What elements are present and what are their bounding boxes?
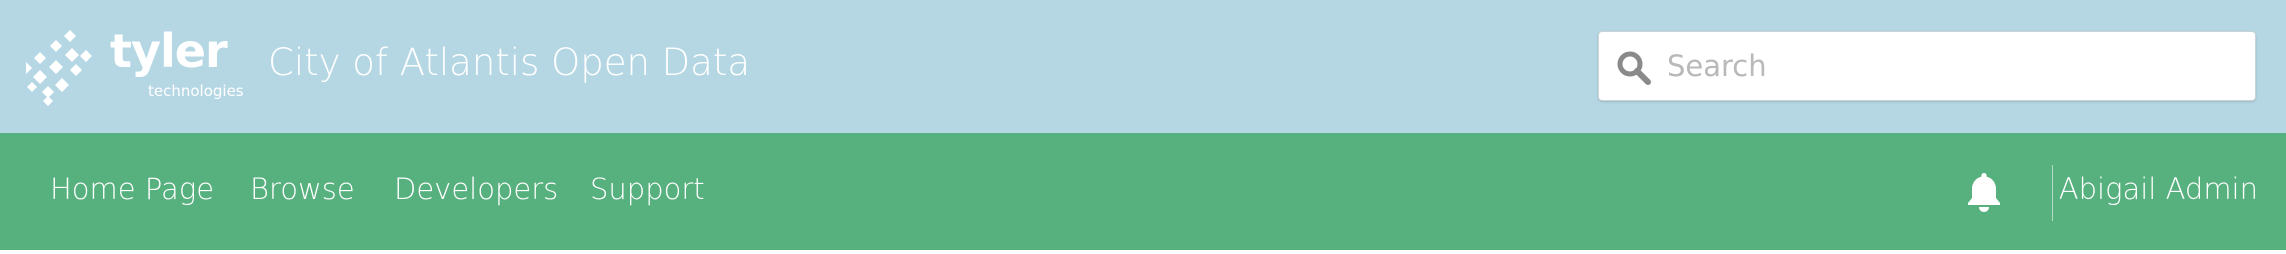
search-box[interactable] (1598, 31, 2256, 101)
site-title[interactable]: City of Atlantis Open Data (268, 44, 750, 81)
tyler-dots-logo-icon (26, 30, 92, 106)
bell-icon[interactable] (1966, 171, 2002, 213)
nav-divider (2052, 165, 2053, 221)
search-icon[interactable] (1615, 49, 1653, 87)
user-menu[interactable]: Abigail Admin (2059, 175, 2258, 204)
nav-item-browse[interactable]: Browse (250, 175, 355, 204)
search-input[interactable] (1667, 32, 2247, 100)
nav-item-developers[interactable]: Developers (394, 175, 558, 204)
logo-subtext: technologies (148, 82, 244, 100)
main-navigation: Home Page Browse Developers Support Abig… (0, 133, 2286, 250)
site-header: tyler technologies City of Atlantis Open… (0, 0, 2286, 133)
logo-wordmark: tyler (110, 24, 228, 78)
nav-item-home-page[interactable]: Home Page (50, 175, 214, 204)
nav-item-support[interactable]: Support (590, 175, 705, 204)
tyler-logo[interactable]: tyler technologies (26, 24, 244, 106)
